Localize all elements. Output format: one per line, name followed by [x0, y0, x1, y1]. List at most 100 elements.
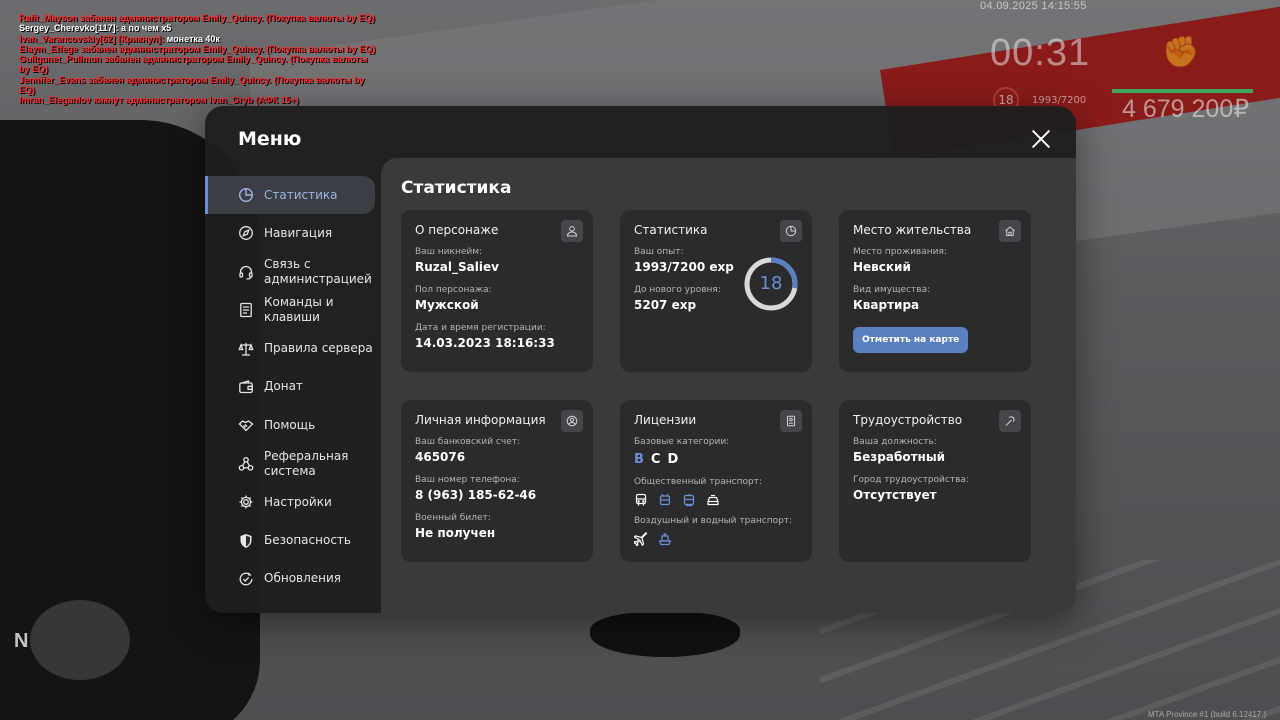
network-icon: [238, 456, 254, 472]
military-id-value: Не получен: [415, 526, 496, 540]
sidebar: Статистика Навигация Связь с администрац…: [205, 176, 381, 598]
sidebar-item-rules[interactable]: Правила сервера: [205, 330, 381, 368]
bus-icon: [634, 492, 648, 506]
compass-north: N: [14, 630, 29, 652]
job-position-value: Безработный: [853, 450, 946, 464]
sidebar-item-support[interactable]: Связь с администрацией: [205, 253, 381, 291]
chart-pie-icon: [238, 187, 254, 203]
taxi-icon: [706, 492, 720, 506]
card-residence: Место жительства Место проживания: Невск…: [839, 210, 1031, 372]
sidebar-item-label: Настройки: [264, 494, 332, 509]
radar-minimap: [30, 600, 130, 680]
card-character: О персонаже Ваш никнейм: Ruzal_Saliev По…: [401, 210, 593, 372]
player-shadow: [590, 612, 740, 657]
field-label: Пол персонажа:: [415, 285, 492, 295]
license-category-c: C: [650, 452, 661, 467]
field-label: Воздушный и водный транспорт:: [634, 516, 793, 526]
field-label: Общественный транспорт:: [634, 477, 762, 487]
user-icon: [561, 220, 583, 242]
field-label: Военный билет:: [415, 513, 491, 523]
boat-icon: [658, 531, 672, 546]
card-title: Место жительства: [853, 223, 972, 237]
sidebar-item-help[interactable]: Помощь: [205, 406, 381, 444]
field-label: Место проживания:: [853, 247, 947, 257]
card-title: Трудоустройство: [853, 413, 963, 427]
chat-line: Imran_Eleganlov кикнут администратором I…: [19, 95, 299, 106]
chat-line: Sergey_Cherevko[117]: а по чем x5: [19, 23, 172, 34]
sidebar-item-label: Обновления: [264, 571, 342, 586]
sidebar-item-navigation[interactable]: Навигация: [205, 214, 381, 252]
tram-icon: [682, 492, 696, 507]
card-personal: Личная информация Ваш банковский счет: 4…: [401, 400, 593, 562]
field-label: Вид имущества:: [853, 285, 931, 295]
chat-log: Rafit_Mayson забанен администратором Emi…: [19, 13, 379, 106]
chat-line: Elaym_Effege забанен администратором Emi…: [19, 43, 376, 54]
sidebar-item-donate[interactable]: Донат: [205, 368, 381, 406]
trolleybus-icon: [658, 492, 672, 506]
card-stats: Статистика Ваш опыт: 1993/7200 exp До но…: [620, 210, 812, 372]
field-label: Ваш никнейм:: [415, 247, 483, 257]
scales-icon: [238, 341, 254, 357]
field-label: Ваш банковский счет:: [415, 437, 521, 447]
field-label: Дата и время регистрации:: [415, 323, 546, 333]
sidebar-item-label: Связь с администрацией: [264, 256, 372, 286]
chart-pie-icon: [780, 220, 802, 242]
hud-health-bar: [1112, 89, 1253, 93]
sidebar-item-label: Помощь: [264, 417, 316, 432]
wallet-icon: [238, 379, 254, 395]
hud-money: 4 679 200₽: [1122, 95, 1250, 123]
hud-timer: 00:31: [990, 32, 1091, 74]
card-title: Лицензии: [634, 413, 697, 427]
shield-icon: [238, 533, 254, 549]
sidebar-item-label: Навигация: [264, 225, 333, 240]
document-icon: [238, 302, 254, 318]
airplane-icon: [632, 531, 648, 547]
sidebar-item-label: Донат: [264, 379, 303, 394]
sidebar-item-label: Команды и клавиши: [264, 295, 334, 325]
field-label: Город трудоустройства:: [853, 475, 969, 485]
property-type-value: Квартира: [853, 298, 920, 312]
sidebar-item-settings[interactable]: Настройки: [205, 483, 381, 521]
sidebar-item-stats[interactable]: Статистика: [205, 176, 375, 214]
sidebar-item-label: Статистика: [264, 187, 338, 202]
chat-line: Gullgunet_Pullmun забанен администраторо…: [19, 54, 368, 75]
field-label: Ваш номер телефона:: [415, 475, 520, 485]
build-version: MTA Province #1 (build 6.12417.): [1148, 710, 1267, 719]
chat-line: Jennifer_Evans забанен администратором E…: [19, 74, 365, 96]
headset-icon: [238, 264, 254, 280]
field-label: Базовые категории:: [634, 437, 730, 447]
mark-on-map-button[interactable]: Отметить на карте: [853, 327, 969, 353]
sidebar-item-label: Безопасность: [264, 533, 351, 548]
menu-window: Меню Статистика Навигация Связь с админи…: [205, 106, 1076, 613]
sidebar-item-updates[interactable]: Обновления: [205, 560, 381, 598]
handshake-icon: [238, 417, 254, 433]
page-title: Статистика: [401, 178, 512, 198]
phone-value: 8 (963) 185-62-46: [415, 488, 537, 502]
level-progress-ring: 18: [743, 256, 799, 312]
menu-title: Меню: [238, 128, 302, 150]
pickaxe-icon: [999, 410, 1021, 432]
nickname-value: Ruzal_Saliev: [415, 260, 499, 274]
sidebar-item-security[interactable]: Безопасность: [205, 522, 381, 560]
close-button[interactable]: [1028, 126, 1054, 152]
field-label: Ваша должность:: [853, 437, 937, 447]
chat-line: Ivan_Varancovskiy[62] [Крикнул]: монетка…: [19, 33, 220, 44]
hud-exp: 1993/7200: [1032, 95, 1087, 106]
card-licenses: Лицензии Базовые категории: B C D Общест…: [620, 400, 812, 562]
gear-icon: [238, 494, 254, 510]
bank-account-value: 465076: [415, 450, 466, 464]
id-card-icon: [780, 410, 802, 432]
sidebar-item-commands[interactable]: Команды и клавиши: [205, 291, 381, 329]
stats-content: Статистика О персонаже Ваш никнейм: Ruza…: [381, 158, 1076, 613]
license-category-b: B: [634, 452, 644, 467]
compass-icon: [238, 225, 254, 241]
card-title: Личная информация: [415, 413, 546, 427]
level-number: 18: [759, 273, 783, 294]
user-circle-icon: [561, 410, 583, 432]
registration-value: 14.03.2023 18:16:33: [415, 336, 555, 350]
chat-line: Rafit_Mayson забанен администратором Emi…: [19, 13, 375, 23]
job-city-value: Отсутствует: [853, 488, 937, 502]
sidebar-item-label: Реферальная система: [264, 448, 349, 478]
card-title: Статистика: [634, 223, 708, 237]
sidebar-item-referral[interactable]: Реферальная система: [205, 445, 381, 483]
